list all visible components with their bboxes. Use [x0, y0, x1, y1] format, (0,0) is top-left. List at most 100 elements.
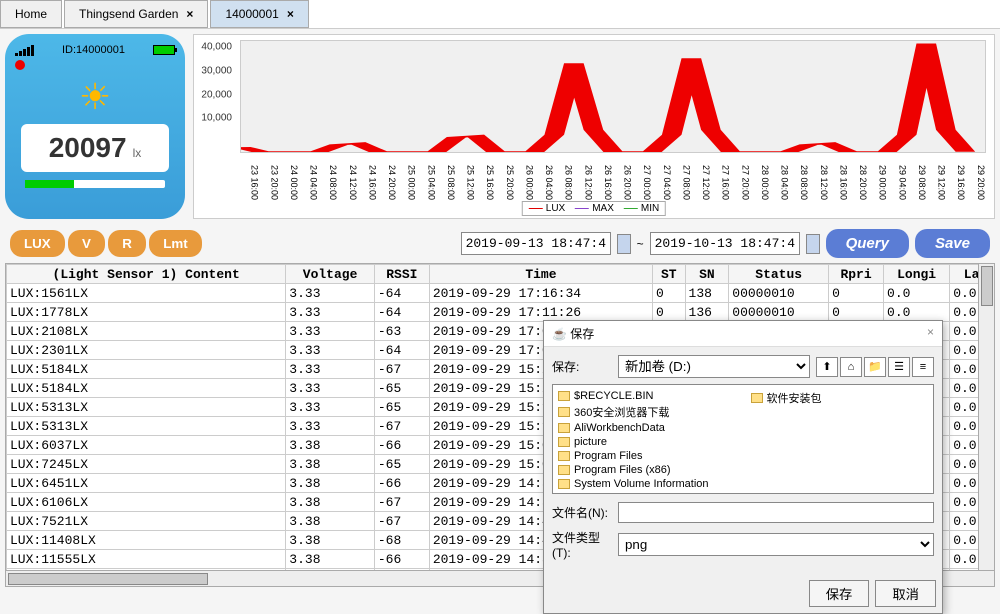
dialog-close-button[interactable]: ×: [927, 325, 934, 342]
folder-icon: [558, 391, 570, 401]
home-button[interactable]: ⌂: [840, 357, 862, 377]
top-panel: ID:14000001 ☀ 20097lx 10,00020,00030,000…: [0, 29, 1000, 224]
filename-input[interactable]: [618, 502, 934, 523]
tab-thingsend-garden[interactable]: Thingsend Garden ×: [64, 0, 208, 28]
table-cell: 3.38: [286, 493, 375, 512]
sensor-progress: [25, 180, 165, 188]
column-header[interactable]: Time: [429, 265, 652, 284]
lmt-mode-button[interactable]: Lmt: [149, 230, 201, 257]
battery-icon: [153, 45, 175, 55]
file-item[interactable]: $RECYCLE.BIN: [557, 389, 710, 403]
lux-mode-button[interactable]: LUX: [10, 230, 65, 257]
table-cell: -66: [374, 550, 429, 569]
folder-icon: [558, 423, 570, 433]
date-to-picker-button[interactable]: [806, 234, 820, 254]
file-list[interactable]: $RECYCLE.BIN360安全浏览器下载AliWorkbenchDatapi…: [552, 384, 934, 494]
file-item[interactable]: Program Files: [557, 449, 710, 463]
table-cell: 3.33: [286, 360, 375, 379]
record-indicator-icon: [15, 60, 25, 70]
column-header[interactable]: RSSI: [374, 265, 429, 284]
folder-icon: [558, 407, 570, 417]
date-from-input[interactable]: [461, 232, 611, 255]
column-header[interactable]: Voltage: [286, 265, 375, 284]
controls-bar: LUX V R Lmt ~ Query Save: [0, 224, 1000, 263]
tab-label: Thingsend Garden: [79, 7, 178, 21]
table-cell: -68: [374, 531, 429, 550]
date-from-picker-button[interactable]: [617, 234, 631, 254]
date-to-input[interactable]: [650, 232, 800, 255]
table-cell: LUX:5313LX: [7, 417, 286, 436]
tab-home[interactable]: Home: [0, 0, 62, 28]
table-cell: 3.33: [286, 303, 375, 322]
sensor-value-display: 20097 lx: [21, 124, 169, 172]
table-cell: 0.0: [884, 284, 950, 303]
column-header[interactable]: Rpri: [829, 265, 884, 284]
file-item[interactable]: 软件安装包: [750, 389, 823, 407]
table-cell: LUX:2108LX: [7, 322, 286, 341]
new-folder-button[interactable]: 📁: [864, 357, 886, 377]
table-row[interactable]: LUX:1778LX3.33-642019-09-29 17:11:260136…: [7, 303, 994, 322]
table-cell: LUX:6451LX: [7, 474, 286, 493]
file-item[interactable]: Program Files (x86): [557, 463, 710, 477]
tab-14000001[interactable]: 14000001 ×: [210, 0, 308, 28]
table-cell: LUX:6037LX: [7, 436, 286, 455]
file-item[interactable]: AliWorkbenchData: [557, 421, 710, 435]
table-cell: LUX:6106LX: [7, 493, 286, 512]
table-cell: 3.33: [286, 341, 375, 360]
table-cell: 3.38: [286, 531, 375, 550]
table-cell: -67: [374, 360, 429, 379]
save-in-dropdown[interactable]: 新加卷 (D:): [618, 355, 810, 378]
tabs-bar: Home Thingsend Garden × 14000001 ×: [0, 0, 1000, 29]
table-vscrollbar[interactable]: [978, 264, 994, 570]
filetype-dropdown[interactable]: png: [618, 533, 934, 556]
table-cell: LUX:1778LX: [7, 303, 286, 322]
tab-close-icon[interactable]: ×: [186, 7, 193, 21]
dialog-save-button[interactable]: 保存: [809, 580, 870, 607]
table-cell: 3.38: [286, 436, 375, 455]
save-button[interactable]: Save: [915, 229, 990, 258]
table-cell: -66: [374, 436, 429, 455]
table-cell: LUX:5184LX: [7, 379, 286, 398]
chart-legend: LUXMAXMIN: [522, 201, 666, 216]
v-mode-button[interactable]: V: [68, 230, 105, 257]
file-item[interactable]: 360安全浏览器下载: [557, 403, 710, 421]
folder-icon: [558, 451, 570, 461]
up-folder-button[interactable]: ⬆: [816, 357, 838, 377]
table-cell: -65: [374, 398, 429, 417]
dialog-cancel-button[interactable]: 取消: [875, 580, 936, 607]
tab-close-icon[interactable]: ×: [287, 7, 294, 21]
dialog-title: 保存: [570, 327, 594, 341]
table-cell: -67: [374, 512, 429, 531]
table-cell: LUX:11555LX: [7, 550, 286, 569]
sensor-reading: 20097: [49, 132, 127, 163]
query-button[interactable]: Query: [826, 229, 909, 258]
table-cell: -63: [374, 322, 429, 341]
tab-label: 14000001: [225, 7, 278, 21]
table-cell: LUX:5184LX: [7, 360, 286, 379]
table-cell: 00000010: [729, 303, 829, 322]
filename-label: 文件名(N):: [552, 504, 612, 521]
table-cell: 3.38: [286, 474, 375, 493]
table-cell: 136: [685, 303, 729, 322]
column-header[interactable]: ST: [653, 265, 686, 284]
column-header[interactable]: (Light Sensor 1) Content: [7, 265, 286, 284]
list-view-button[interactable]: ☰: [888, 357, 910, 377]
sensor-unit: lx: [133, 146, 142, 160]
table-row[interactable]: LUX:1561LX3.33-642019-09-29 17:16:340138…: [7, 284, 994, 303]
detail-view-button[interactable]: ≡: [912, 357, 934, 377]
column-header[interactable]: Longi: [884, 265, 950, 284]
table-cell: 0: [829, 303, 884, 322]
file-item[interactable]: picture: [557, 435, 710, 449]
table-cell: LUX:7521LX: [7, 512, 286, 531]
column-header[interactable]: SN: [685, 265, 729, 284]
file-item[interactable]: System Volume Information: [557, 477, 710, 491]
filetype-label: 文件类型(T):: [552, 529, 612, 560]
column-header[interactable]: Status: [729, 265, 829, 284]
table-cell: -66: [374, 474, 429, 493]
r-mode-button[interactable]: R: [108, 230, 146, 257]
table-cell: 0: [829, 284, 884, 303]
lux-chart: 10,00020,00030,00040,000 23 16:0023 20:0…: [193, 34, 995, 219]
table-cell: -65: [374, 455, 429, 474]
table-cell: -64: [374, 303, 429, 322]
table-cell: LUX:7245LX: [7, 455, 286, 474]
